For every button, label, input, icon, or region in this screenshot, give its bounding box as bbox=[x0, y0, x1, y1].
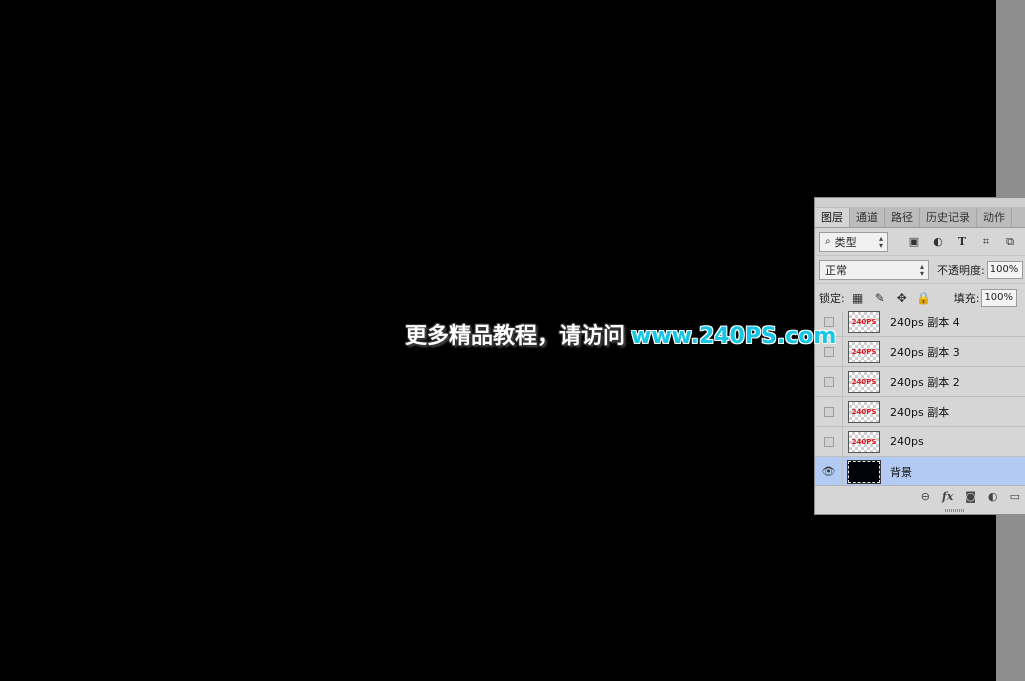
visibility-off-box bbox=[823, 376, 834, 387]
fill-label: 填充: bbox=[953, 291, 980, 305]
layer-row[interactable]: 240PS 240ps 副本 bbox=[815, 396, 1025, 427]
watermark-text: 更多精品教程，请访问 www.240PS.com bbox=[405, 320, 836, 354]
layer-row[interactable]: 240PS 240ps 副本 3 bbox=[815, 336, 1025, 367]
image-icon[interactable]: ▣ bbox=[906, 234, 922, 250]
layer-name[interactable]: 240ps 副本 2 bbox=[890, 374, 960, 390]
visibility-off-box bbox=[823, 406, 834, 417]
layer-thumbnail: 240PS bbox=[848, 400, 880, 423]
layer-thumbnail: 240PS bbox=[848, 340, 880, 363]
lock-brush-icon[interactable]: ✎ bbox=[872, 290, 888, 306]
layer-row-selected[interactable]: 👁 背景 bbox=[815, 456, 1025, 485]
layer-row[interactable]: 240PS 240ps bbox=[815, 426, 1025, 457]
type-icon[interactable]: T bbox=[954, 234, 970, 250]
resize-grip[interactable] bbox=[945, 509, 965, 512]
blend-row: 正常 ▴ ▾ 不透明度: 100% bbox=[815, 256, 1025, 284]
opacity-field[interactable]: 100% bbox=[986, 260, 1023, 279]
tab-history[interactable]: 历史记录 bbox=[920, 208, 977, 227]
lock-label: 锁定: bbox=[819, 291, 845, 305]
watermark-cn: 更多精品教程，请访问 bbox=[405, 324, 626, 349]
search-icon: ⌕ bbox=[825, 236, 831, 247]
visibility-toggle[interactable] bbox=[815, 366, 843, 397]
eye-icon: 👁 bbox=[821, 465, 836, 478]
lock-move-icon[interactable]: ✥ bbox=[894, 290, 910, 306]
layer-thumbnail bbox=[847, 459, 881, 484]
layer-name[interactable]: 240ps 副本 3 bbox=[890, 344, 960, 360]
thumbnail-text: 240PS bbox=[851, 377, 877, 386]
watermark-url: www.240PS.com bbox=[631, 324, 837, 349]
tab-layers[interactable]: 图层 bbox=[815, 208, 850, 227]
filter-type-label: 类型 bbox=[834, 235, 857, 249]
stepper-arrows-icon: ▴ ▾ bbox=[878, 233, 883, 250]
visibility-toggle[interactable]: 👁 bbox=[815, 456, 843, 485]
thumbnail-text: 240PS bbox=[851, 347, 877, 356]
adjustment-layer-icon[interactable]: ◐ bbox=[988, 490, 998, 503]
visibility-toggle[interactable] bbox=[815, 426, 843, 457]
layer-thumbnail: 240PS bbox=[848, 311, 880, 333]
filter-type-select[interactable]: ⌕ 类型 ▴ ▾ bbox=[819, 231, 888, 252]
tab-channels[interactable]: 通道 bbox=[850, 208, 885, 227]
panel-bottom-bar: ⊖ fx ◙ ◐ ▭ bbox=[815, 485, 1025, 507]
lock-transparency-icon[interactable]: ▦ bbox=[850, 290, 866, 306]
blend-mode-label: 正常 bbox=[825, 263, 847, 277]
stepper-arrows-icon: ▴ ▾ bbox=[919, 261, 924, 278]
link-icon[interactable]: ⊖ bbox=[921, 490, 930, 503]
layer-row[interactable]: 240PS 240ps 副本 2 bbox=[815, 366, 1025, 397]
visibility-off-box bbox=[823, 436, 834, 447]
visibility-toggle[interactable] bbox=[815, 396, 843, 427]
layer-name[interactable]: 240ps 副本 4 bbox=[890, 314, 960, 330]
panel-drag-bar[interactable] bbox=[815, 198, 1025, 208]
smart-object-icon[interactable]: ⧉ bbox=[1002, 234, 1018, 250]
tab-paths[interactable]: 路径 bbox=[885, 208, 920, 227]
fx-icon[interactable]: fx bbox=[942, 490, 953, 503]
mask-icon[interactable]: ◙ bbox=[965, 490, 976, 503]
layers-panel: 图层 通道 路径 历史记录 动作 ⌕ 类型 ▴ ▾ ▣ ◐ T ⌗ ⧉ 正常 ▴ ▾… bbox=[814, 197, 1025, 515]
layers-list: 240PS 240ps 副本 4 240PS 240ps 副本 3 240PS … bbox=[815, 311, 1025, 485]
lock-all-icon[interactable]: 🔒 bbox=[916, 290, 932, 306]
shape-icon[interactable]: ⌗ bbox=[978, 234, 994, 250]
panel-tabs: 图层 通道 路径 历史记录 动作 bbox=[815, 208, 1025, 228]
layer-name[interactable]: 背景 bbox=[890, 464, 912, 480]
tab-actions[interactable]: 动作 bbox=[977, 208, 1012, 227]
layer-row[interactable]: 240PS 240ps 副本 4 bbox=[815, 311, 1025, 337]
layer-name[interactable]: 240ps 副本 bbox=[890, 404, 949, 420]
thumbnail-text: 240PS bbox=[851, 317, 877, 326]
blend-mode-select[interactable]: 正常 ▴ ▾ bbox=[819, 259, 929, 280]
lock-row: 锁定: ▦ ✎ ✥ 🔒 填充: 100% bbox=[815, 284, 1025, 312]
adjustment-icon[interactable]: ◐ bbox=[930, 234, 946, 250]
layer-thumbnail: 240PS bbox=[848, 370, 880, 393]
thumbnail-text: 240PS bbox=[851, 407, 877, 416]
layer-name[interactable]: 240ps bbox=[890, 435, 924, 448]
opacity-label: 不透明度: bbox=[937, 263, 985, 277]
layer-thumbnail: 240PS bbox=[848, 430, 880, 453]
filter-row: ⌕ 类型 ▴ ▾ ▣ ◐ T ⌗ ⧉ bbox=[815, 228, 1025, 256]
thumbnail-text: 240PS bbox=[851, 437, 877, 446]
fill-field[interactable]: 100% bbox=[981, 288, 1018, 307]
folder-icon[interactable]: ▭ bbox=[1010, 490, 1020, 503]
